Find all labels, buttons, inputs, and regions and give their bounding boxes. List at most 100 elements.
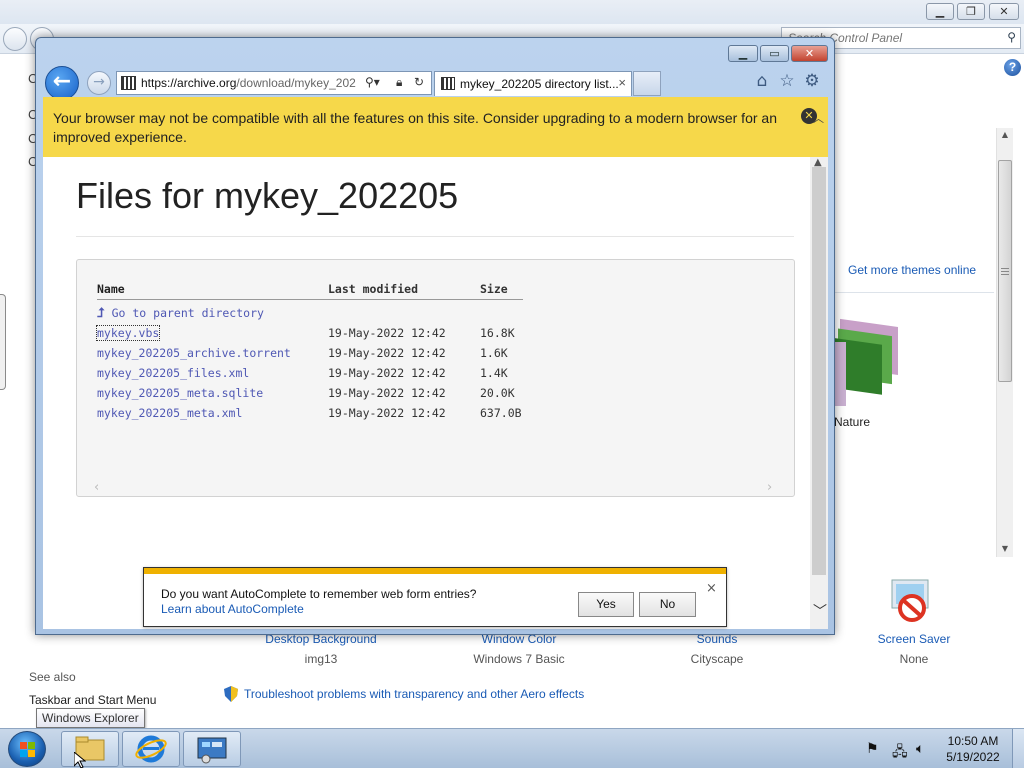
taskbar-start-menu-link[interactable]: Taskbar and Start Menu [29, 693, 156, 707]
yes-button[interactable]: Yes [578, 592, 634, 617]
table-row: mykey_202205_meta.xml 19-May-2022 12:42 … [97, 406, 523, 426]
side-panel-edge [0, 294, 6, 390]
file-modified: 19-May-2022 12:42 [328, 386, 446, 400]
table-row: mykey_202205_archive.torrent 19-May-2022… [97, 346, 523, 366]
internet-explorer-window: ▁ ▭ ✕ ← → https://archive.org/download/m… [35, 37, 835, 635]
start-button[interactable] [8, 731, 46, 767]
page-content: Your browser may not be compatible with … [43, 97, 828, 629]
action-center-flag-icon[interactable]: ⚑ [866, 741, 879, 757]
close-button[interactable]: ✕ [989, 3, 1019, 20]
item-title[interactable]: Screen Saver [824, 632, 1004, 646]
ie-close-button[interactable]: ✕ [791, 45, 828, 62]
close-icon[interactable]: × [706, 581, 717, 596]
file-link[interactable]: mykey_202205_meta.xml [97, 406, 242, 420]
home-icon[interactable]: ⌂ [752, 71, 772, 91]
lock-icon[interactable]: 🔒︎ [396, 75, 402, 90]
item-value: None [899, 652, 929, 666]
desktop-background-item[interactable]: Desktop Background img13 [231, 632, 411, 666]
divider [76, 236, 794, 237]
file-modified: 19-May-2022 12:42 [328, 406, 446, 420]
file-modified: 19-May-2022 12:42 [328, 346, 446, 360]
help-icon[interactable]: ? [1004, 59, 1021, 76]
network-icon[interactable]: 🖧︎ [892, 741, 908, 765]
taskbar-tooltip: Windows Explorer [36, 708, 145, 728]
column-header-size: Size [480, 282, 508, 296]
taskbar-control-panel-button[interactable] [183, 731, 241, 767]
ie-minimize-button[interactable]: ▁ [728, 45, 758, 62]
file-size: 637.0B [480, 406, 522, 420]
screen-saver-icon[interactable] [886, 578, 938, 626]
ie-forward-button[interactable]: → [87, 71, 111, 95]
taskbar-ie-button[interactable] [122, 731, 180, 767]
troubleshoot-aero-link[interactable]: Troubleshoot problems with transparency … [244, 687, 584, 701]
see-also-heading: See also [29, 670, 76, 684]
back-button[interactable] [3, 27, 27, 51]
themes-scrollbar[interactable]: ▲ ▼ [996, 128, 1013, 557]
windows-logo-icon [20, 742, 35, 757]
url-path: /download/mykey_202 [236, 76, 356, 90]
nature-theme-thumbnail[interactable] [834, 314, 904, 406]
control-panel-titlebar: ▁ ❐ ✕ [0, 0, 1024, 24]
tab-close-icon[interactable]: × [618, 75, 626, 90]
settings-gear-icon[interactable]: ⚙ [802, 71, 822, 91]
internet-explorer-icon [135, 735, 167, 763]
scroll-thumb[interactable] [812, 167, 826, 575]
mouse-cursor-icon [74, 752, 86, 768]
file-link[interactable]: mykey_202205_archive.torrent [97, 346, 291, 360]
system-clock[interactable]: 10:50 AM 5/19/2022 [945, 733, 1001, 765]
chevron-down-icon[interactable]: ﹀ [813, 601, 827, 621]
clock-date: 5/19/2022 [946, 750, 1000, 764]
url-text[interactable]: https://archive.org/download/mykey_202 [141, 76, 356, 90]
table-row: mykey.vbs 19-May-2022 12:42 16.8K [95, 325, 523, 346]
compatibility-banner: Your browser may not be compatible with … [43, 97, 828, 157]
parent-directory-link[interactable]: ⮥ Go to parent directory [97, 306, 264, 321]
restore-button[interactable]: ❐ [957, 3, 985, 20]
address-bar[interactable]: https://archive.org/download/mykey_202 ⚲… [116, 71, 432, 95]
browser-tab[interactable]: mykey_202205 directory list... × [434, 71, 632, 96]
table-row: mykey_202205_meta.sqlite 19-May-2022 12:… [97, 386, 523, 406]
scroll-down-arrow-icon[interactable]: ▼ [997, 544, 1013, 553]
parent-directory-row[interactable]: ⮥ Go to parent directory [97, 306, 523, 326]
chevron-right-icon[interactable]: › [767, 480, 772, 495]
chevron-left-icon[interactable]: ‹ [94, 480, 99, 495]
file-link[interactable]: mykey.vbs [95, 325, 161, 341]
file-size: 16.8K [480, 326, 515, 340]
sounds-item[interactable]: Sounds Cityscape [627, 632, 807, 666]
screen-saver-item[interactable]: Screen Saver None [824, 632, 1004, 666]
page-title: Files for mykey_202205 [76, 175, 459, 216]
new-tab-button[interactable] [633, 71, 661, 96]
file-size: 1.4K [480, 366, 508, 380]
volume-icon[interactable]: 🔈︎ [916, 741, 924, 757]
refresh-icon[interactable]: ↻ [414, 75, 424, 89]
taskbar-explorer-button[interactable] [61, 731, 119, 767]
get-more-themes-link[interactable]: Get more themes online [848, 263, 976, 277]
notification-accent-strip [144, 568, 726, 574]
search-icon[interactable]: ⚲ [1007, 30, 1016, 44]
window-color-item[interactable]: Window Color Windows 7 Basic [429, 632, 609, 666]
banner-text: Your browser may not be compatible with … [53, 110, 777, 145]
grip-line [1001, 271, 1009, 272]
page-scrollbar[interactable]: ▲ ﹀ [810, 157, 828, 629]
file-link[interactable]: mykey_202205_files.xml [97, 366, 249, 380]
ie-maximize-button[interactable]: ▭ [760, 45, 789, 62]
item-value: img13 [304, 652, 338, 666]
item-value: Cityscape [690, 652, 744, 666]
clock-time: 10:50 AM [947, 734, 999, 748]
favorites-star-icon[interactable]: ☆ [777, 71, 797, 91]
learn-autocomplete-link[interactable]: Learn about AutoComplete [161, 602, 304, 616]
taskbar: ⚑ 🖧︎ 🔈︎ 10:50 AM 5/19/2022 [0, 728, 1024, 768]
file-link[interactable]: mykey_202205_meta.sqlite [97, 386, 263, 400]
ie-back-button[interactable]: ← [45, 66, 79, 100]
folder-icon [75, 736, 105, 761]
item-value: Windows 7 Basic [473, 652, 565, 666]
no-button[interactable]: No [639, 592, 696, 617]
show-desktop-button[interactable] [1012, 729, 1024, 768]
search-dropdown-icon[interactable]: ⚲▾ [365, 75, 380, 89]
autocomplete-notification: Do you want AutoComplete to remember web… [143, 567, 727, 627]
file-size: 20.0K [480, 386, 515, 400]
minimize-button[interactable]: ▁ [926, 3, 954, 20]
file-modified: 19-May-2022 12:42 [328, 326, 446, 340]
parent-link-label: Go to parent directory [111, 306, 264, 320]
scroll-up-arrow-icon[interactable]: ▲ [997, 130, 1013, 139]
url-host: https://archive.org [141, 76, 237, 90]
